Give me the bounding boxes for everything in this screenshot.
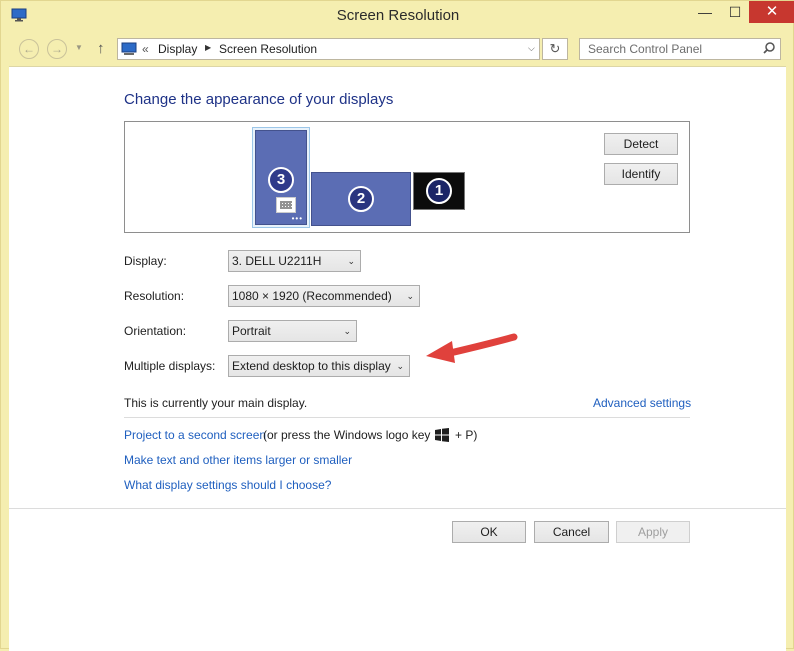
maximize-button[interactable]: ☐ [721, 1, 749, 23]
minimize-button[interactable]: — [691, 1, 719, 23]
up-button[interactable]: ↑ [97, 40, 105, 57]
orientation-select[interactable]: Portrait ⌄ [228, 320, 357, 342]
control-panel-icon [121, 42, 137, 55]
monitor-number-2: 2 [348, 186, 374, 212]
page-title: Change the appearance of your displays [124, 91, 394, 108]
display-select[interactable]: 3. DELL U2211H ⌄ [228, 250, 361, 272]
windows-logo-icon [435, 428, 449, 442]
address-bar[interactable]: « Display ▶ Screen Resolution ⌵ [117, 38, 540, 60]
search-icon[interactable] [762, 41, 776, 55]
advanced-settings-link[interactable]: Advanced settings [593, 396, 691, 410]
project-hint-text: (or press the Windows logo key [263, 428, 431, 442]
resolution-label: Resolution: [124, 289, 185, 303]
monitor-1[interactable]: 1 [413, 172, 465, 210]
cancel-button[interactable]: Cancel [534, 521, 609, 543]
taskbar-icon [276, 197, 296, 213]
breadcrumb-overflow[interactable]: « [142, 42, 149, 56]
display-select-value: 3. DELL U2211H [232, 254, 322, 268]
display-arrangement-area[interactable]: 3 ••• 2 1 Detect Identify [124, 121, 690, 233]
close-button[interactable]: ✕ [749, 1, 794, 23]
multiple-displays-select-value: Extend desktop to this display [232, 359, 391, 373]
main-display-text: This is currently your main display. [124, 396, 308, 410]
display-label: Display: [124, 254, 167, 268]
refresh-button[interactable]: ↻ [542, 38, 568, 60]
chevron-down-icon: ⌄ [396, 361, 404, 371]
address-dropdown-button[interactable]: ⌵ [528, 43, 535, 54]
search-input[interactable]: Search Control Panel [579, 38, 781, 60]
ok-button[interactable]: OK [452, 521, 526, 543]
monitor-dots: ••• [291, 214, 303, 223]
text-size-link[interactable]: Make text and other items larger or smal… [124, 453, 352, 467]
breadcrumb-separator[interactable]: ▶ [205, 43, 211, 52]
monitor-3[interactable]: 3 ••• [255, 130, 307, 225]
project-second-screen-link[interactable]: Project to a second screen [124, 428, 266, 442]
screen-resolution-window: Screen Resolution — ☐ ✕ ← → ▼ ↑ « Displa… [0, 0, 794, 651]
monitor-2[interactable]: 2 [311, 172, 411, 226]
detect-button[interactable]: Detect [604, 133, 678, 155]
multiple-displays-select[interactable]: Extend desktop to this display ⌄ [228, 355, 410, 377]
divider [124, 417, 690, 418]
multiple-displays-label: Multiple displays: [124, 359, 216, 373]
monitor-number-1: 1 [426, 178, 452, 204]
resolution-select[interactable]: 1080 × 1920 (Recommended) ⌄ [228, 285, 420, 307]
forward-button[interactable]: → [47, 39, 67, 59]
back-button[interactable]: ← [19, 39, 39, 59]
chevron-down-icon: ⌄ [347, 256, 355, 266]
resolution-select-value: 1080 × 1920 (Recommended) [232, 289, 392, 303]
identify-button[interactable]: Identify [604, 163, 678, 185]
breadcrumb-display[interactable]: Display [158, 42, 197, 56]
title-bar[interactable]: Screen Resolution — ☐ ✕ [1, 1, 794, 33]
footer-divider [9, 508, 786, 509]
navigation-bar: ← → ▼ ↑ « Display ▶ Screen Resolution ⌵ … [1, 34, 794, 66]
window-title: Screen Resolution [336, 7, 460, 24]
apply-button[interactable]: Apply [616, 521, 690, 543]
project-hint-shortcut: + P) [455, 428, 478, 442]
breadcrumb-screen-resolution[interactable]: Screen Resolution [219, 42, 317, 56]
monitor-number-3: 3 [268, 167, 294, 193]
red-arrow-icon [426, 333, 518, 363]
orientation-label: Orientation: [124, 324, 187, 338]
orientation-select-value: Portrait [232, 324, 271, 338]
search-placeholder: Search Control Panel [588, 42, 703, 56]
chevron-down-icon: ⌄ [343, 326, 351, 336]
chevron-down-icon: ⌄ [406, 291, 414, 301]
content-panel: Change the appearance of your displays 3… [9, 66, 786, 651]
display-settings-help-link[interactable]: What display settings should I choose? [124, 478, 331, 492]
recent-locations-button[interactable]: ▼ [75, 43, 83, 52]
